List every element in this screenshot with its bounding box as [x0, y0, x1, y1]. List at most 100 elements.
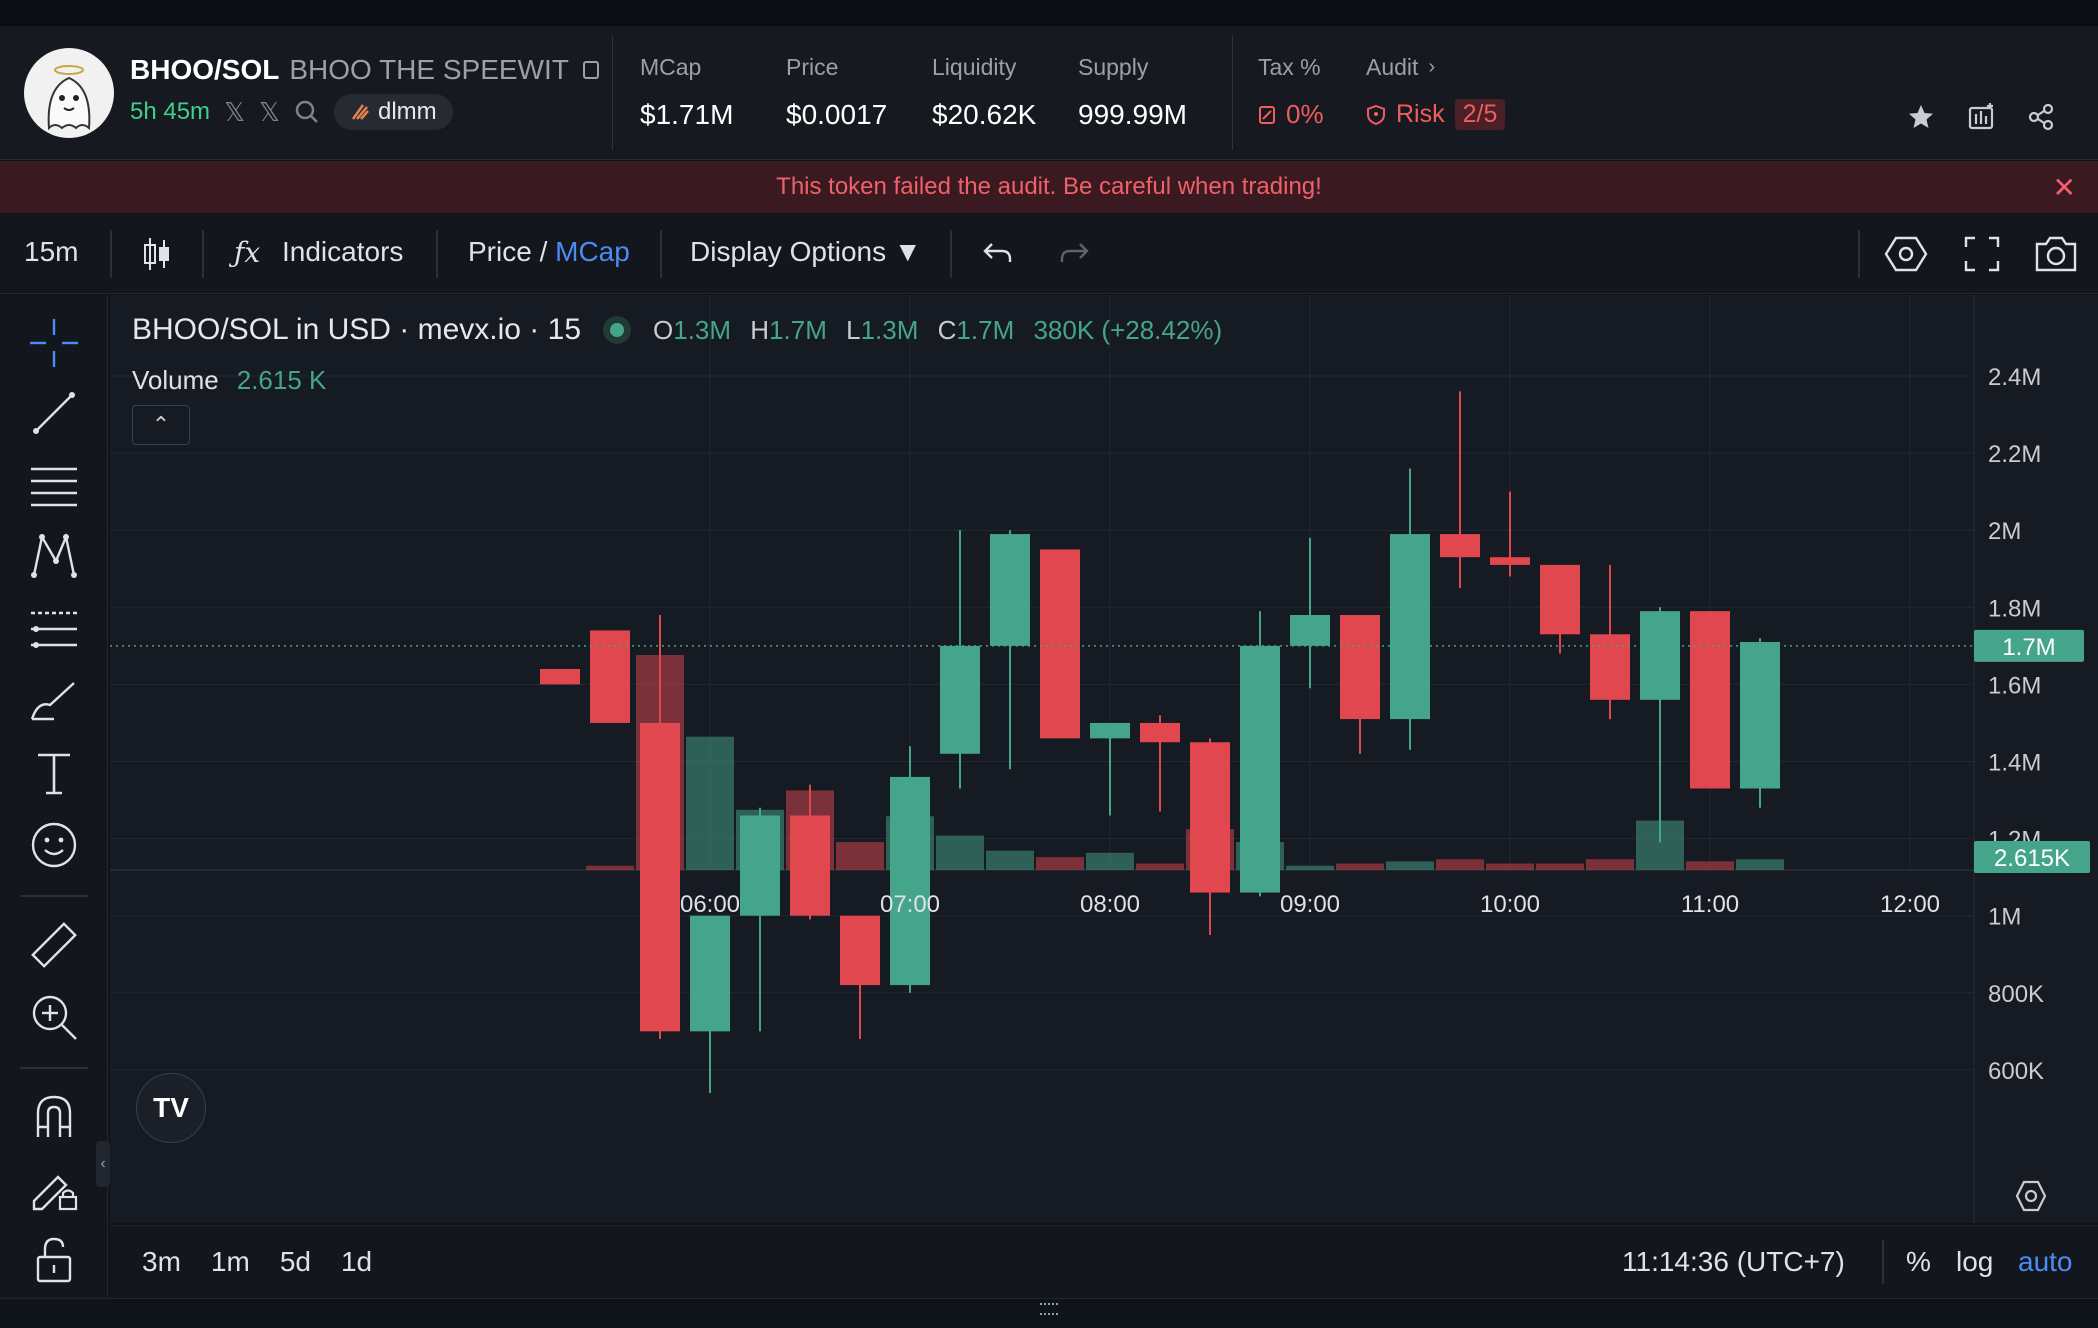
bottom-panel-edge — [0, 1298, 2098, 1328]
close-icon[interactable]: ✕ — [2053, 171, 2076, 204]
stat-price-value: $0.0017 — [786, 99, 888, 130]
search-icon[interactable] — [294, 99, 320, 125]
share-icon[interactable] — [2026, 102, 2056, 132]
meteora-icon — [351, 104, 369, 120]
toolbar-divider — [950, 230, 952, 278]
status-dot-icon — [603, 316, 632, 344]
x-tick-label: 06:00 — [680, 891, 740, 918]
horizontal-lines-icon[interactable] — [28, 459, 80, 511]
auto-toggle[interactable]: auto — [2018, 1246, 2073, 1278]
trendline-icon[interactable] — [28, 387, 80, 439]
resize-handle-icon[interactable] — [1040, 1303, 1058, 1315]
low-value: 1.3M — [860, 314, 919, 345]
log-toggle[interactable]: log — [1956, 1246, 1993, 1278]
undo-icon[interactable] — [982, 238, 1014, 268]
tools-divider — [20, 895, 88, 897]
compare-chart-icon[interactable] — [1966, 102, 1996, 132]
volume-bar — [1086, 852, 1134, 870]
range-3m[interactable]: 3m — [142, 1246, 181, 1278]
zoom-in-icon[interactable] — [28, 991, 80, 1043]
volume-bar — [986, 850, 1034, 870]
chart-canvas[interactable]: 2.4M2.2M2M1.8M1.6M1.4M1.2M1M800K600K06:0… — [110, 295, 2098, 1223]
range-1m[interactable]: 1m — [211, 1246, 250, 1278]
volume-bar — [1286, 865, 1334, 870]
candle-body — [540, 668, 580, 685]
collapse-toolbar-handle[interactable]: ‹ — [96, 1141, 110, 1187]
volume-bar — [836, 842, 884, 870]
current-volume-label: 2.615K — [1994, 845, 2070, 872]
price-mcap-toggle[interactable]: Price / MCap — [468, 236, 630, 268]
fullscreen-icon[interactable] — [1964, 236, 2000, 272]
settings-icon[interactable] — [1884, 234, 1928, 274]
candle-body — [690, 915, 730, 1032]
range-5d[interactable]: 5d — [280, 1246, 311, 1278]
chevron-right-icon: › — [1428, 56, 1436, 78]
star-icon[interactable] — [1906, 102, 1936, 132]
percent-toggle[interactable]: % — [1906, 1246, 1931, 1278]
candle-body — [1190, 742, 1230, 893]
stat-tax: Tax % 0% — [1258, 54, 1324, 130]
tradingview-logo-icon[interactable]: TV — [136, 1073, 206, 1143]
camera-icon[interactable] — [2034, 234, 2078, 274]
crosshair-icon[interactable] — [28, 317, 80, 369]
redo-icon[interactable] — [1058, 238, 1090, 268]
text-icon[interactable] — [28, 747, 80, 799]
lock-drawing-icon[interactable] — [28, 1161, 80, 1213]
interval-selector[interactable]: 15m — [24, 236, 78, 268]
candle-body — [1290, 615, 1330, 646]
candle-type-icon[interactable] — [140, 236, 174, 272]
pattern-icon[interactable] — [28, 529, 80, 581]
token-symbol: BHOO/SOL — [130, 54, 280, 85]
copy-icon[interactable] — [582, 61, 599, 79]
token-age: 5h 45m — [130, 98, 211, 125]
stat-supply-value: 999.99M — [1078, 99, 1187, 130]
magnet-icon[interactable] — [28, 1089, 80, 1141]
stat-mcap: MCap $1.71M — [640, 54, 733, 131]
stat-supply: Supply 999.99M — [1078, 54, 1187, 131]
x-icon[interactable]: 𝕏 — [224, 97, 245, 128]
indicators-button[interactable]: Indicators — [282, 236, 403, 268]
candle-body — [590, 630, 630, 723]
candle-body — [840, 915, 880, 986]
chart-bottom-bar: 3m 1m 5d 1d 11:14:36 (UTC+7) % log auto — [110, 1225, 2098, 1297]
x-icon-2[interactable]: 𝕏 — [259, 97, 280, 128]
volume-bar — [1586, 859, 1634, 870]
ruler-icon[interactable] — [28, 919, 80, 971]
volume-label: Volume — [132, 365, 219, 395]
range-1d[interactable]: 1d — [341, 1246, 372, 1278]
volume-legend: Volume 2.615 K — [132, 365, 326, 396]
header-divider-2 — [1232, 36, 1233, 150]
close-label: C — [937, 314, 957, 345]
axis-settings-icon[interactable] — [2014, 1179, 2048, 1213]
volume-bar — [1036, 857, 1084, 870]
candle-body — [1640, 611, 1680, 700]
dlmm-label: dlmm — [377, 98, 437, 125]
risk-score-badge: 2/5 — [1454, 99, 1506, 130]
dlmm-badge[interactable]: dlmm — [333, 94, 453, 130]
toolbar-divider — [436, 230, 438, 278]
candle-body — [1390, 534, 1430, 720]
stat-liquidity-label: Liquidity — [932, 54, 1017, 80]
candle-body — [1090, 722, 1130, 739]
x-tick-label: 10:00 — [1480, 891, 1540, 918]
open-label: O — [653, 314, 674, 345]
stat-audit[interactable]: Audit › Risk 2/5 — [1366, 54, 1506, 130]
drawing-toolbar: ‹ — [0, 295, 110, 1298]
collapse-legend-button[interactable]: ⌃ — [132, 405, 190, 445]
clock-time[interactable]: 11:14:36 (UTC+7) — [1622, 1246, 1845, 1278]
price-chart[interactable]: 2.4M 2.2M 2M 1.8M 1.6M 1.4M 1.2M 1M 800K 600K 06:0… — [110, 295, 2098, 1223]
unlock-icon[interactable] — [28, 1233, 80, 1285]
candle-body — [1540, 564, 1580, 635]
fib-icon[interactable] — [28, 603, 80, 655]
legend-title: BHOO/SOL in USD · mevx.io · 15 — [132, 313, 582, 346]
current-price-label: 1.7M — [2002, 634, 2055, 661]
window-top-strip — [0, 0, 2098, 26]
volume-bar — [1686, 861, 1734, 870]
volume-bar — [1486, 863, 1534, 870]
price-toggle-label: Price — [468, 236, 532, 267]
candle-body — [1590, 634, 1630, 700]
stat-liquidity: Liquidity $20.62K — [932, 54, 1036, 131]
display-options-button[interactable]: Display Options ▼ — [690, 236, 922, 268]
brush-icon[interactable] — [28, 675, 80, 727]
emoji-icon[interactable] — [28, 819, 80, 871]
